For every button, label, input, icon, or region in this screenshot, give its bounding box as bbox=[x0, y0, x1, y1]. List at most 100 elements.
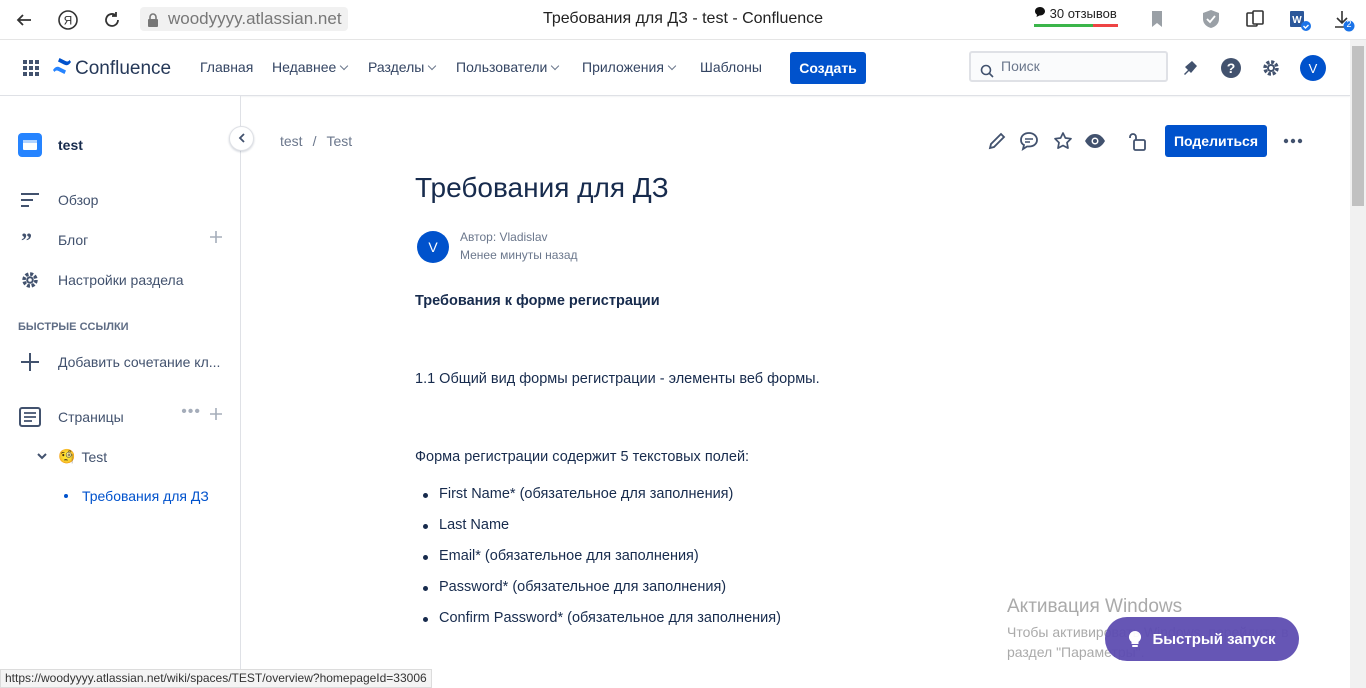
sidebar-item-label: Страницы bbox=[58, 409, 124, 425]
url-text: woodyyyy.atlassian.net bbox=[168, 9, 342, 28]
quick-links-heading: БЫСТРЫЕ ССЫЛКИ bbox=[18, 321, 129, 333]
breadcrumb: test / Test bbox=[280, 133, 352, 149]
user-avatar[interactable]: V bbox=[1300, 55, 1326, 81]
content-heading: Требования к форме регистрации bbox=[415, 293, 660, 309]
quick-start-label: Быстрый запуск bbox=[1152, 630, 1276, 648]
address-bar[interactable]: woodyyyy.atlassian.net bbox=[140, 7, 348, 31]
svg-text:”: ” bbox=[21, 232, 32, 248]
breadcrumb-item[interactable]: Test bbox=[326, 133, 352, 149]
author-avatar[interactable]: V bbox=[417, 231, 449, 263]
overview-icon bbox=[18, 188, 42, 212]
author-byline[interactable]: Автор: Vladislav bbox=[460, 230, 548, 244]
breadcrumb-item[interactable]: test bbox=[280, 133, 303, 149]
watch-icon[interactable] bbox=[1084, 130, 1106, 152]
rating-bar bbox=[1034, 24, 1118, 27]
settings-icon[interactable] bbox=[1259, 56, 1283, 80]
star-icon[interactable] bbox=[1052, 130, 1074, 152]
chevron-down-icon[interactable] bbox=[36, 449, 48, 465]
downloads-badge: 2 bbox=[1346, 19, 1352, 29]
sidebar-item-pages[interactable]: Страницы ••• bbox=[18, 404, 223, 429]
content-paragraph: Форма регистрации содержит 5 текстовых п… bbox=[415, 449, 750, 465]
notifications-icon[interactable] bbox=[1179, 56, 1203, 80]
tree-item-test[interactable]: 🧐 Test bbox=[36, 448, 107, 465]
sidebar-item-space-settings[interactable]: Настройки раздела bbox=[18, 268, 184, 292]
add-shortcut[interactable]: Добавить сочетание кл... bbox=[18, 350, 220, 374]
activation-title: Активация Windows bbox=[1007, 596, 1183, 617]
space-header[interactable]: test bbox=[18, 133, 83, 157]
reviews-widget[interactable]: 30 отзывов bbox=[1034, 6, 1118, 27]
sidebar-item-label: Настройки раздела bbox=[58, 272, 184, 288]
space-name: test bbox=[58, 137, 83, 153]
nav-recent[interactable]: Недавнее bbox=[272, 59, 349, 75]
list-item: Confirm Password* (обязательное для запо… bbox=[423, 610, 781, 626]
tree-item-label: Требования для ДЗ bbox=[82, 488, 209, 504]
search-icon bbox=[980, 60, 994, 87]
pages-icon bbox=[18, 405, 42, 429]
shield-icon[interactable] bbox=[1200, 8, 1222, 30]
create-button[interactable]: Создать bbox=[790, 52, 866, 84]
scrollbar-thumb[interactable] bbox=[1352, 46, 1364, 206]
browser-toolbar: Я woodyyyy.atlassian.net Требования для … bbox=[0, 0, 1366, 40]
sidebar-item-label: Обзор bbox=[58, 192, 99, 208]
download-icon[interactable]: 2 bbox=[1332, 8, 1355, 32]
more-icon[interactable]: ••• bbox=[181, 404, 201, 420]
nav-people[interactable]: Пользователи bbox=[456, 59, 560, 75]
add-page-icon[interactable] bbox=[209, 407, 223, 424]
page-title: Требования для ДЗ bbox=[415, 172, 669, 203]
comment-icon[interactable] bbox=[1018, 130, 1040, 152]
svg-text:Я: Я bbox=[64, 14, 73, 28]
bullet-dot bbox=[64, 494, 68, 498]
word-extension-icon[interactable]: W bbox=[1288, 8, 1311, 31]
content-paragraph: 1.1 Общий вид формы регистрации - элемен… bbox=[415, 371, 820, 387]
list-item: Last Name bbox=[423, 517, 509, 533]
nav-spaces[interactable]: Разделы bbox=[368, 59, 437, 75]
chevron-down-icon bbox=[551, 61, 560, 71]
top-navigation: Confluence Главная Недавнее Разделы Поль… bbox=[0, 40, 1350, 96]
svg-text:W: W bbox=[1292, 15, 1302, 26]
tree-item-label: Test bbox=[81, 448, 108, 465]
lock-icon bbox=[146, 11, 160, 35]
tree-item-requirements[interactable]: Требования для ДЗ bbox=[64, 488, 209, 504]
comment-icon bbox=[1034, 6, 1050, 21]
search-input[interactable]: Поиск bbox=[969, 51, 1168, 82]
status-bar-url: https://woodyyyy.atlassian.net/wiki/spac… bbox=[0, 669, 432, 688]
sidebar-item-blog[interactable]: ” Блог bbox=[18, 228, 223, 252]
nav-apps[interactable]: Приложения bbox=[582, 59, 677, 75]
quick-start-button[interactable]: Быстрый запуск bbox=[1105, 617, 1299, 661]
app-switcher-icon[interactable] bbox=[19, 56, 43, 80]
gear-icon bbox=[18, 268, 42, 292]
search-placeholder: Поиск bbox=[1001, 58, 1040, 74]
page-scrollbar[interactable] bbox=[1350, 40, 1366, 688]
confluence-logo-icon bbox=[52, 56, 72, 81]
reviews-count: 30 отзывов bbox=[1049, 6, 1117, 21]
add-shortcut-label: Добавить сочетание кл... bbox=[58, 354, 221, 370]
nav-templates[interactable]: Шаблоны bbox=[700, 59, 762, 75]
restrictions-icon[interactable] bbox=[1127, 130, 1149, 152]
list-item: Password* (обязательное для заполнения) bbox=[423, 579, 726, 595]
chevron-down-icon bbox=[428, 61, 437, 71]
reload-icon[interactable] bbox=[100, 8, 124, 32]
share-button[interactable]: Поделиться bbox=[1165, 125, 1267, 157]
help-icon[interactable]: ? bbox=[1219, 56, 1243, 80]
yandex-icon[interactable]: Я bbox=[56, 8, 80, 32]
plus-icon bbox=[18, 350, 42, 374]
chevron-down-icon bbox=[340, 61, 349, 71]
sidebar-item-overview[interactable]: Обзор bbox=[18, 188, 98, 212]
sidebar: test Обзор ” Блог Настройки раздела БЫСТ… bbox=[0, 96, 241, 688]
bookmark-icon[interactable] bbox=[1146, 8, 1168, 30]
add-blog-icon[interactable] bbox=[209, 230, 223, 247]
sidebar-item-label: Блог bbox=[58, 232, 89, 248]
chevron-down-icon bbox=[667, 61, 677, 71]
lightbulb-icon bbox=[1128, 630, 1142, 648]
page-emoji: 🧐 bbox=[58, 448, 76, 464]
collections-icon[interactable] bbox=[1244, 8, 1266, 30]
more-actions-icon[interactable] bbox=[1282, 130, 1304, 152]
svg-text:?: ? bbox=[1227, 60, 1236, 76]
confluence-logo[interactable]: Confluence bbox=[52, 56, 171, 81]
space-icon bbox=[18, 133, 42, 157]
collapse-sidebar-button[interactable] bbox=[229, 126, 254, 151]
edit-icon[interactable] bbox=[986, 130, 1008, 152]
back-icon[interactable] bbox=[12, 8, 36, 32]
list-item: First Name* (обязательное для заполнения… bbox=[423, 486, 733, 502]
nav-home[interactable]: Главная bbox=[200, 59, 253, 75]
